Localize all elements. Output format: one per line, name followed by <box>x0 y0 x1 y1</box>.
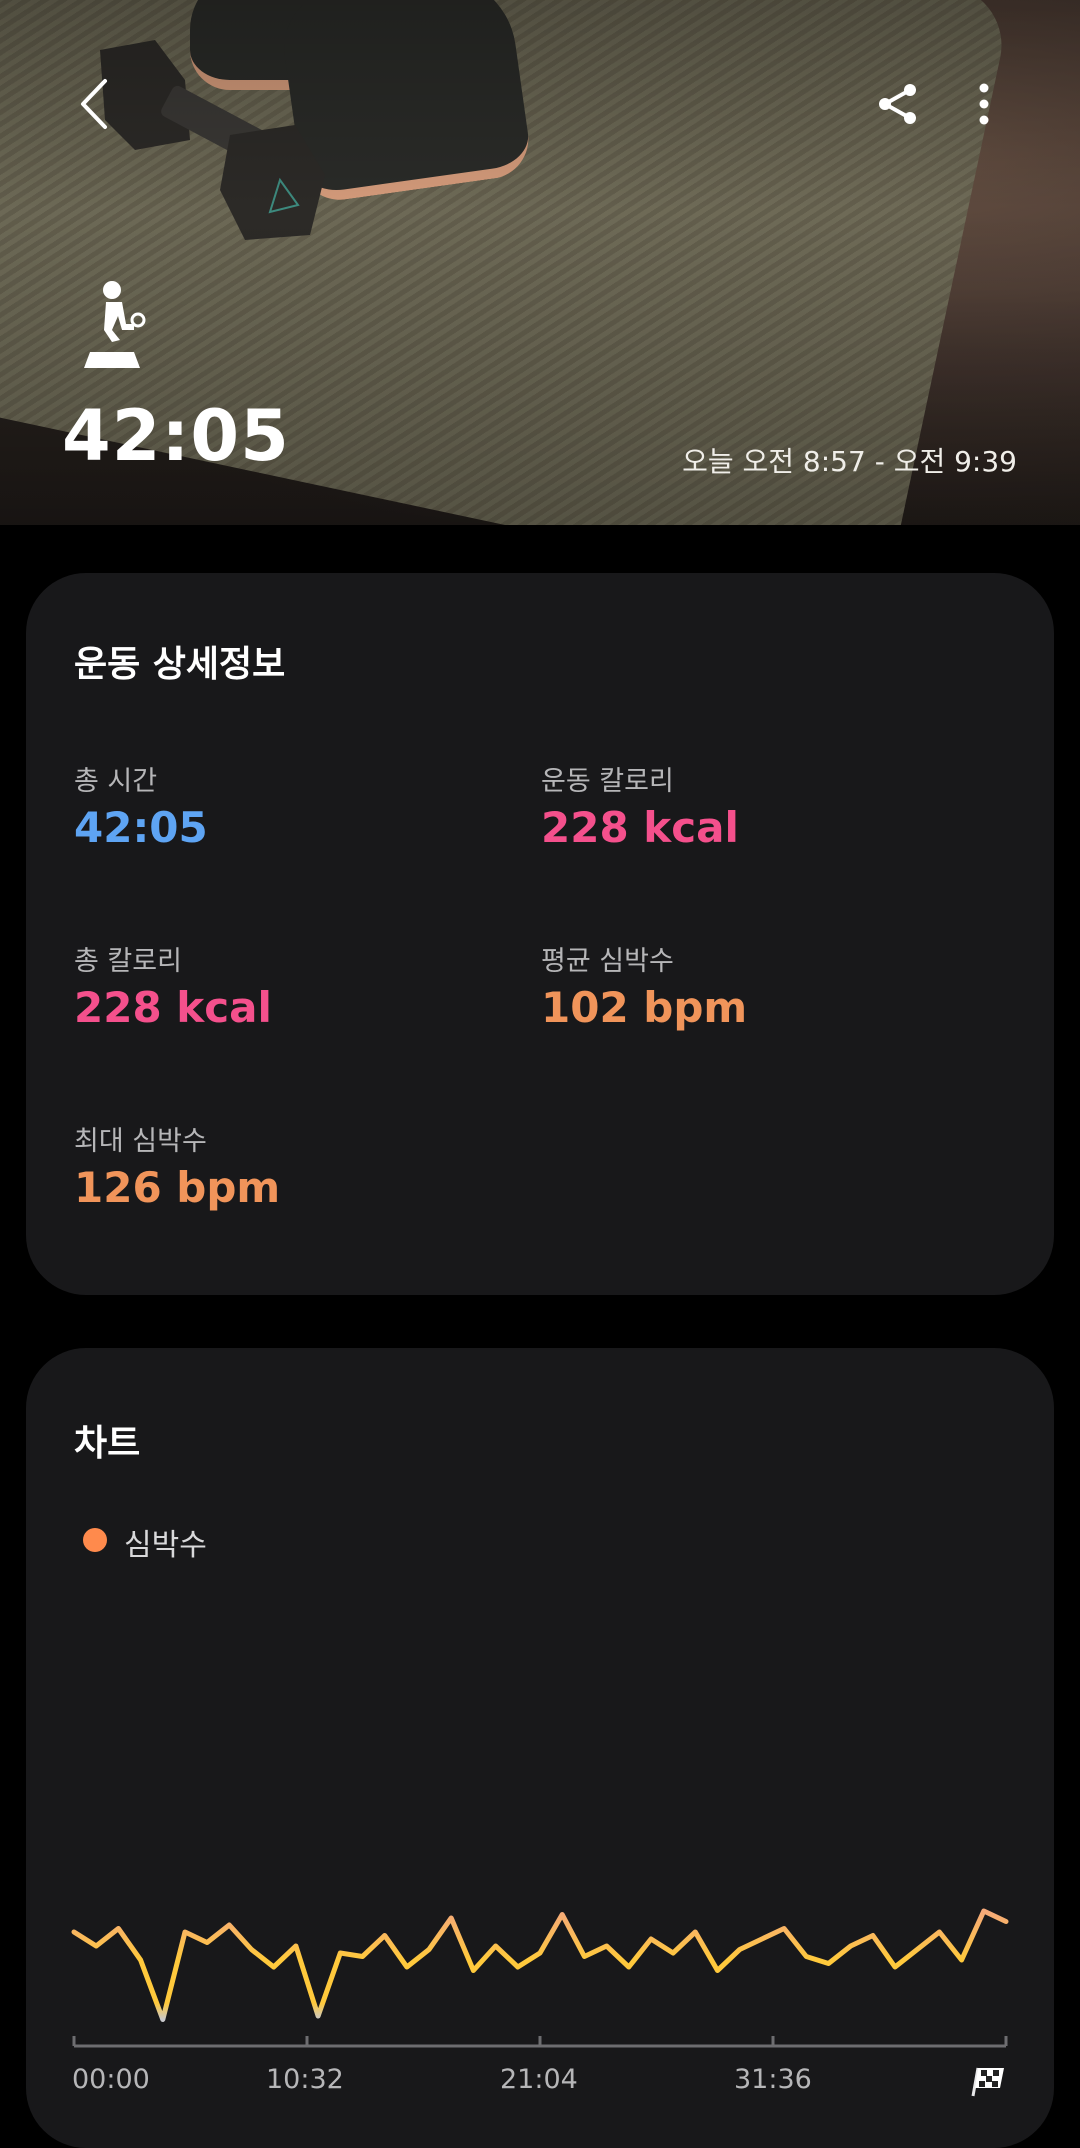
checkered-flag-icon <box>971 2067 1004 2097</box>
stat-value-exercise-calories: 228 kcal <box>541 803 739 852</box>
x-tick-label: 21:04 <box>500 2064 578 2095</box>
more-options-button[interactable] <box>952 72 1016 136</box>
stat-label-avg-heart-rate: 평균 심박수 <box>541 946 674 977</box>
x-tick-label: 00:00 <box>72 2064 150 2095</box>
stat-label-max-heart-rate: 최대 심박수 <box>74 1126 207 1157</box>
heart-rate-chart <box>71 1908 1009 2048</box>
stat-value-max-heart-rate: 126 bpm <box>74 1163 281 1212</box>
workout-details-card: 운동 상세정보 총 시간 42:05 운동 칼로리 228 kcal 총 칼로리… <box>26 573 1054 1295</box>
stat-value-avg-heart-rate: 102 bpm <box>541 983 748 1032</box>
stat-label-exercise-calories: 운동 칼로리 <box>541 766 674 797</box>
legend-heart-rate-label: 심박수 <box>124 1528 207 1563</box>
legend-heart-rate-dot <box>83 1528 107 1552</box>
stat-value-total-calories: 228 kcal <box>74 983 272 1032</box>
heart-rate-series-line <box>71 1908 1009 2022</box>
details-title: 운동 상세정보 <box>74 644 286 685</box>
share-icon <box>879 84 916 124</box>
workout-time-range: 오늘 오전 8:57 - 오전 9:39 <box>682 445 1017 478</box>
workout-hero-image: 42:05 오늘 오전 8:57 - 오전 9:39 <box>0 0 1080 525</box>
x-tick-label: 10:32 <box>266 2064 344 2095</box>
chart-title: 차트 <box>74 1423 141 1464</box>
share-button[interactable] <box>866 72 930 136</box>
stat-label-total-time: 총 시간 <box>74 766 158 797</box>
workout-duration: 42:05 <box>62 395 290 477</box>
stat-label-total-calories: 총 칼로리 <box>74 946 182 977</box>
chevron-left-icon <box>81 79 107 129</box>
back-button[interactable] <box>62 72 126 136</box>
more-vertical-icon <box>979 83 989 125</box>
weight-training-icon <box>84 281 146 368</box>
stat-value-total-time: 42:05 <box>74 803 208 852</box>
x-tick-label: 31:36 <box>734 2064 812 2095</box>
